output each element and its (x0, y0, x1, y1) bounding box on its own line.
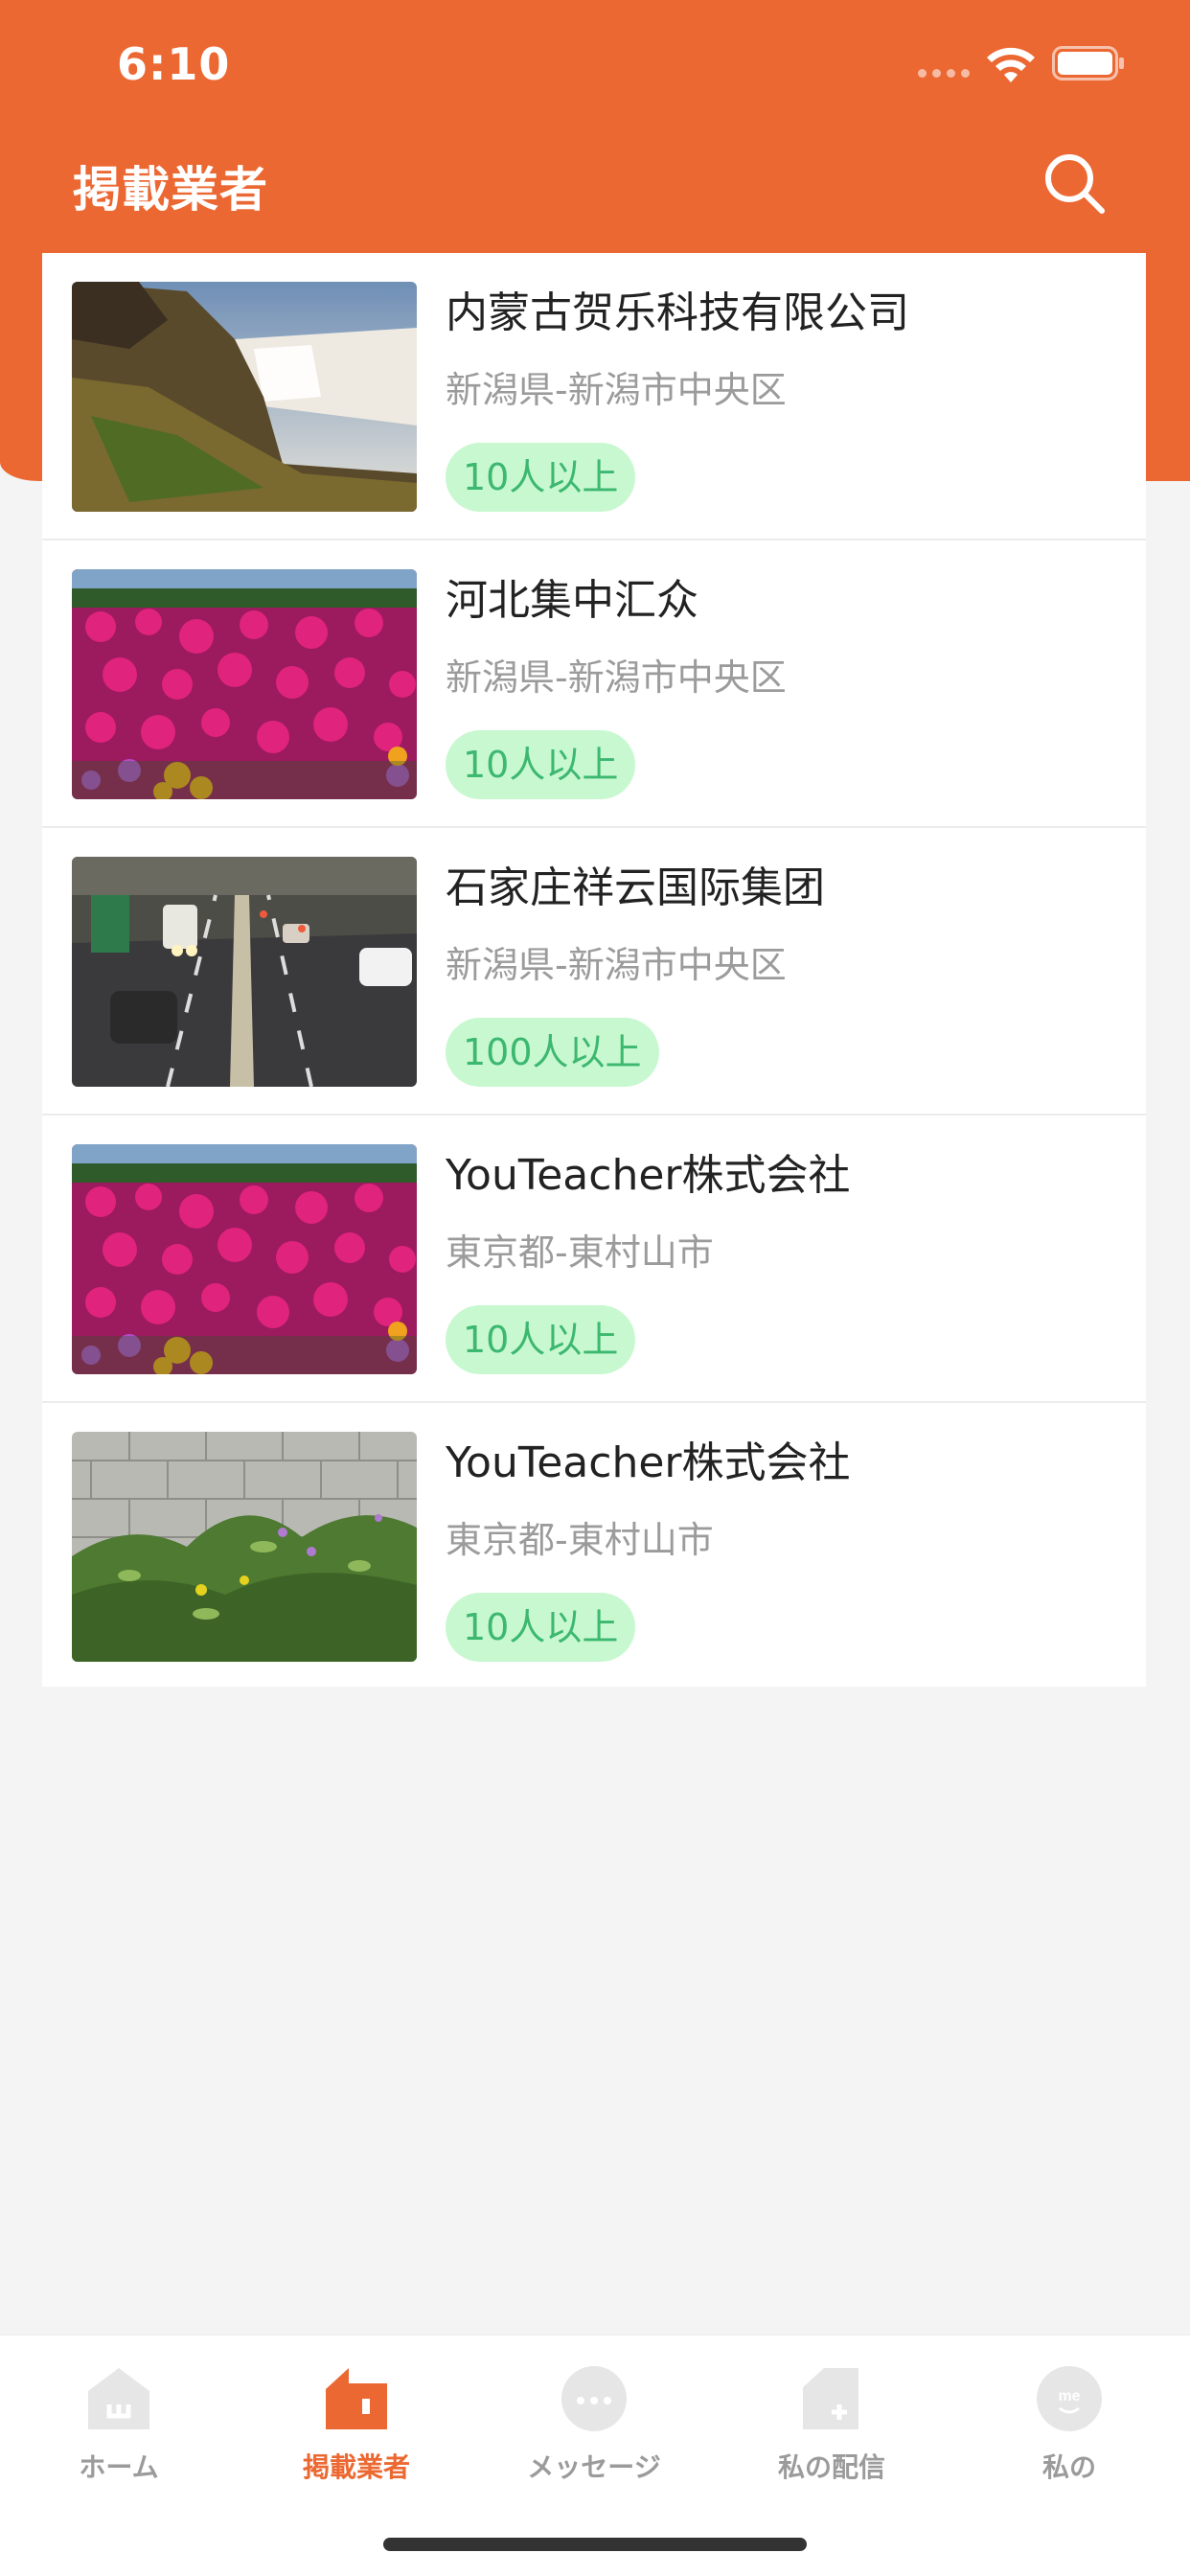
navigation-bar: 掲載業者 (0, 134, 1190, 249)
cellular-signal-icon (918, 69, 970, 78)
company-name: 内蒙古贺乐科技有限公司 (446, 288, 909, 337)
tab-messages[interactable]: メッセージ (475, 2355, 713, 2508)
company-size-badge: 10人以上 (446, 1305, 636, 1374)
company-size-badge: 100人以上 (446, 1018, 659, 1087)
company-location: 新潟県-新潟市中央区 (446, 369, 787, 411)
company-image (72, 282, 417, 512)
search-button[interactable] (1035, 144, 1115, 224)
company-size-badge: 10人以上 (446, 443, 636, 512)
message-icon (561, 2366, 627, 2431)
company-list-item[interactable]: YouTeacher株式会社 東京都-東村山市 10人以上 (42, 1116, 1146, 1403)
tab-label: 私の配信 (777, 2451, 885, 2483)
tab-label: ホーム (79, 2451, 159, 2483)
status-bar: 6:10 (0, 0, 1190, 126)
flowers-image (72, 569, 417, 799)
company-list-item[interactable]: 河北集中汇众 新潟県-新潟市中央区 10人以上 (42, 540, 1146, 828)
company-icon (326, 2368, 387, 2429)
page-title: 掲載業者 (73, 162, 268, 218)
tab-my-posts[interactable]: 私の配信 (713, 2355, 950, 2508)
company-location: 新潟県-新潟市中央区 (446, 944, 787, 986)
company-name: YouTeacher株式会社 (446, 1151, 851, 1200)
wifi-icon (987, 47, 1035, 82)
company-list-item[interactable]: 内蒙古贺乐科技有限公司 新潟県-新潟市中央区 10人以上 (42, 253, 1146, 540)
company-image (72, 1432, 417, 1662)
company-location: 東京都-東村山市 (446, 1231, 714, 1274)
post-icon (803, 2368, 858, 2429)
tab-me[interactable]: me 私の (950, 2355, 1188, 2508)
tab-label: メッセージ (527, 2451, 661, 2483)
tab-home[interactable]: ホーム (0, 2355, 238, 2508)
company-name: YouTeacher株式会社 (446, 1438, 851, 1487)
company-image (72, 857, 417, 1087)
highway-image (72, 857, 417, 1087)
company-list-item[interactable]: 石家庄祥云国际集团 新潟県-新潟市中央区 100人以上 (42, 828, 1146, 1116)
svg-text:me: me (1058, 2388, 1080, 2404)
company-name: 石家庄祥云国际集团 (446, 863, 825, 912)
search-icon (1045, 154, 1105, 214)
company-image (72, 1144, 417, 1374)
company-list-item[interactable]: YouTeacher株式会社 東京都-東村山市 10人以上 (42, 1403, 1146, 1687)
tab-label: 私の (1041, 2451, 1096, 2483)
tab-companies[interactable]: 掲載業者 (238, 2355, 475, 2508)
company-location: 東京都-東村山市 (446, 1519, 714, 1561)
company-image (72, 569, 417, 799)
company-size-badge: 10人以上 (446, 730, 636, 799)
home-icon (88, 2368, 149, 2429)
company-list: 内蒙古贺乐科技有限公司 新潟県-新潟市中央区 10人以上 河北集中汇众 新潟県-… (42, 253, 1146, 1687)
flowers-image (72, 1144, 417, 1374)
tab-label: 掲載業者 (302, 2451, 410, 2483)
company-name: 河北集中汇众 (446, 576, 698, 625)
status-time: 6:10 (117, 38, 231, 90)
me-icon: me (1037, 2366, 1102, 2431)
battery-icon (1052, 46, 1124, 80)
wall-plants-image (72, 1432, 417, 1662)
home-indicator[interactable] (383, 2538, 807, 2551)
company-location: 新潟県-新潟市中央区 (446, 656, 787, 699)
waterfall-image (72, 282, 417, 512)
company-size-badge: 10人以上 (446, 1593, 636, 1662)
